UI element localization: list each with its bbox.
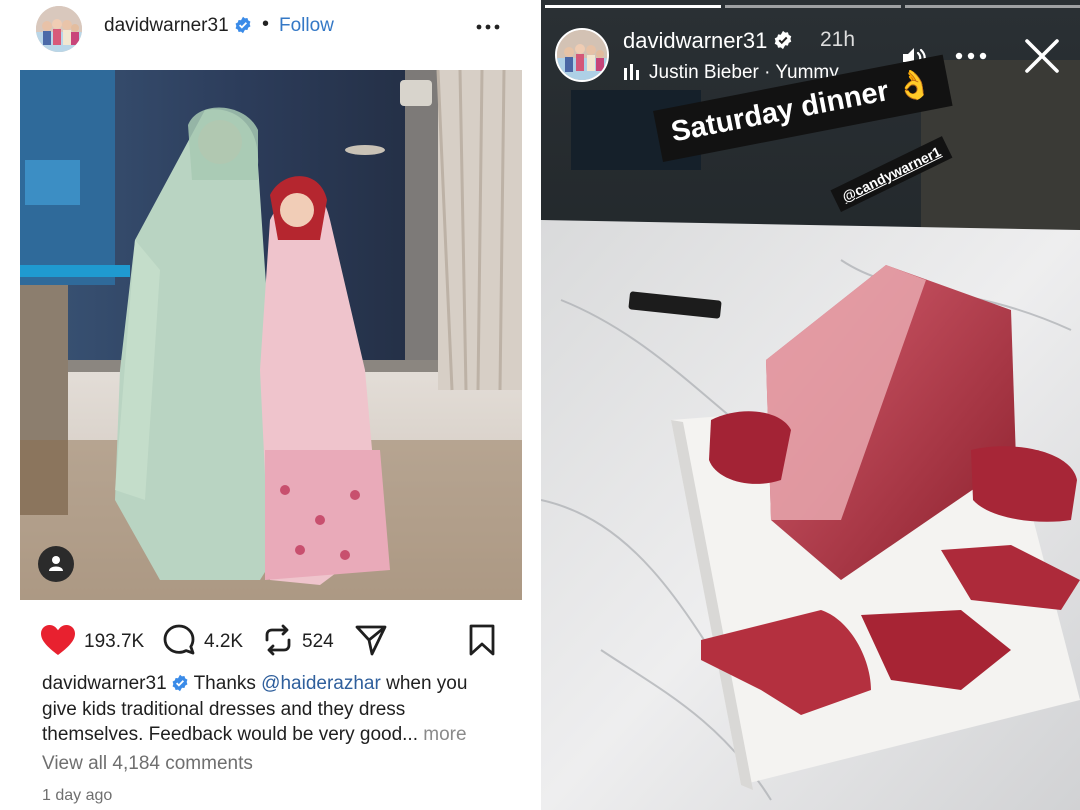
verified-badge-icon — [171, 674, 189, 692]
post-photo[interactable] — [20, 70, 522, 600]
heart-icon[interactable] — [40, 624, 76, 661]
view-all-comments-link[interactable]: View all 4,184 comments — [42, 753, 253, 775]
caption-text-start: Thanks — [188, 673, 262, 694]
post-caption: davidwarner31 Thanks @haiderazhar when y… — [42, 671, 492, 748]
caption-more-link[interactable]: more — [418, 724, 466, 745]
share-action[interactable] — [354, 624, 388, 660]
post-timestamp: 1 day ago — [42, 787, 113, 804]
repost-icon[interactable] — [262, 623, 294, 662]
bookmark-action[interactable] — [468, 624, 496, 660]
verified-badge-icon — [773, 30, 793, 50]
bookmark-icon[interactable] — [468, 623, 496, 662]
story-progress-bar — [545, 5, 1080, 8]
repost-count: 524 — [302, 631, 334, 652]
separator-dot: • — [262, 13, 270, 35]
progress-segment — [905, 5, 1080, 8]
progress-segment — [545, 5, 721, 8]
verified-badge-icon — [234, 16, 252, 34]
post-header: davidwarner31 • Follow — [0, 0, 540, 58]
progress-segment — [725, 5, 901, 8]
user-tag-icon[interactable] — [38, 546, 74, 582]
caption-username[interactable]: davidwarner31 — [42, 673, 167, 694]
repost-action[interactable]: 524 — [262, 624, 334, 660]
like-action[interactable]: 193.7K — [40, 624, 144, 660]
close-icon[interactable] — [1024, 38, 1060, 74]
like-count: 193.7K — [84, 631, 145, 652]
follow-button[interactable]: Follow — [279, 15, 334, 37]
music-bars-icon — [623, 64, 641, 86]
caption-mention-link[interactable]: @haiderazhar — [261, 673, 381, 694]
feed-post: davidwarner31 • Follow 193.7K 4.2K 524 d… — [0, 0, 540, 810]
comment-count: 4.2K — [204, 631, 244, 652]
more-options-icon[interactable] — [473, 16, 503, 38]
comment-action[interactable]: 4.2K — [162, 624, 243, 660]
post-username[interactable]: davidwarner31 — [104, 15, 252, 37]
share-icon[interactable] — [354, 623, 388, 662]
story-username[interactable]: davidwarner31 — [623, 28, 793, 54]
story-avatar[interactable] — [555, 28, 609, 82]
comment-icon[interactable] — [162, 623, 196, 662]
story-timestamp: 21h — [820, 28, 856, 51]
story-viewer[interactable]: davidwarner31 21h Justin Bieber · Yummy … — [541, 0, 1080, 810]
more-options-icon[interactable] — [953, 46, 989, 66]
profile-avatar[interactable] — [36, 6, 82, 52]
